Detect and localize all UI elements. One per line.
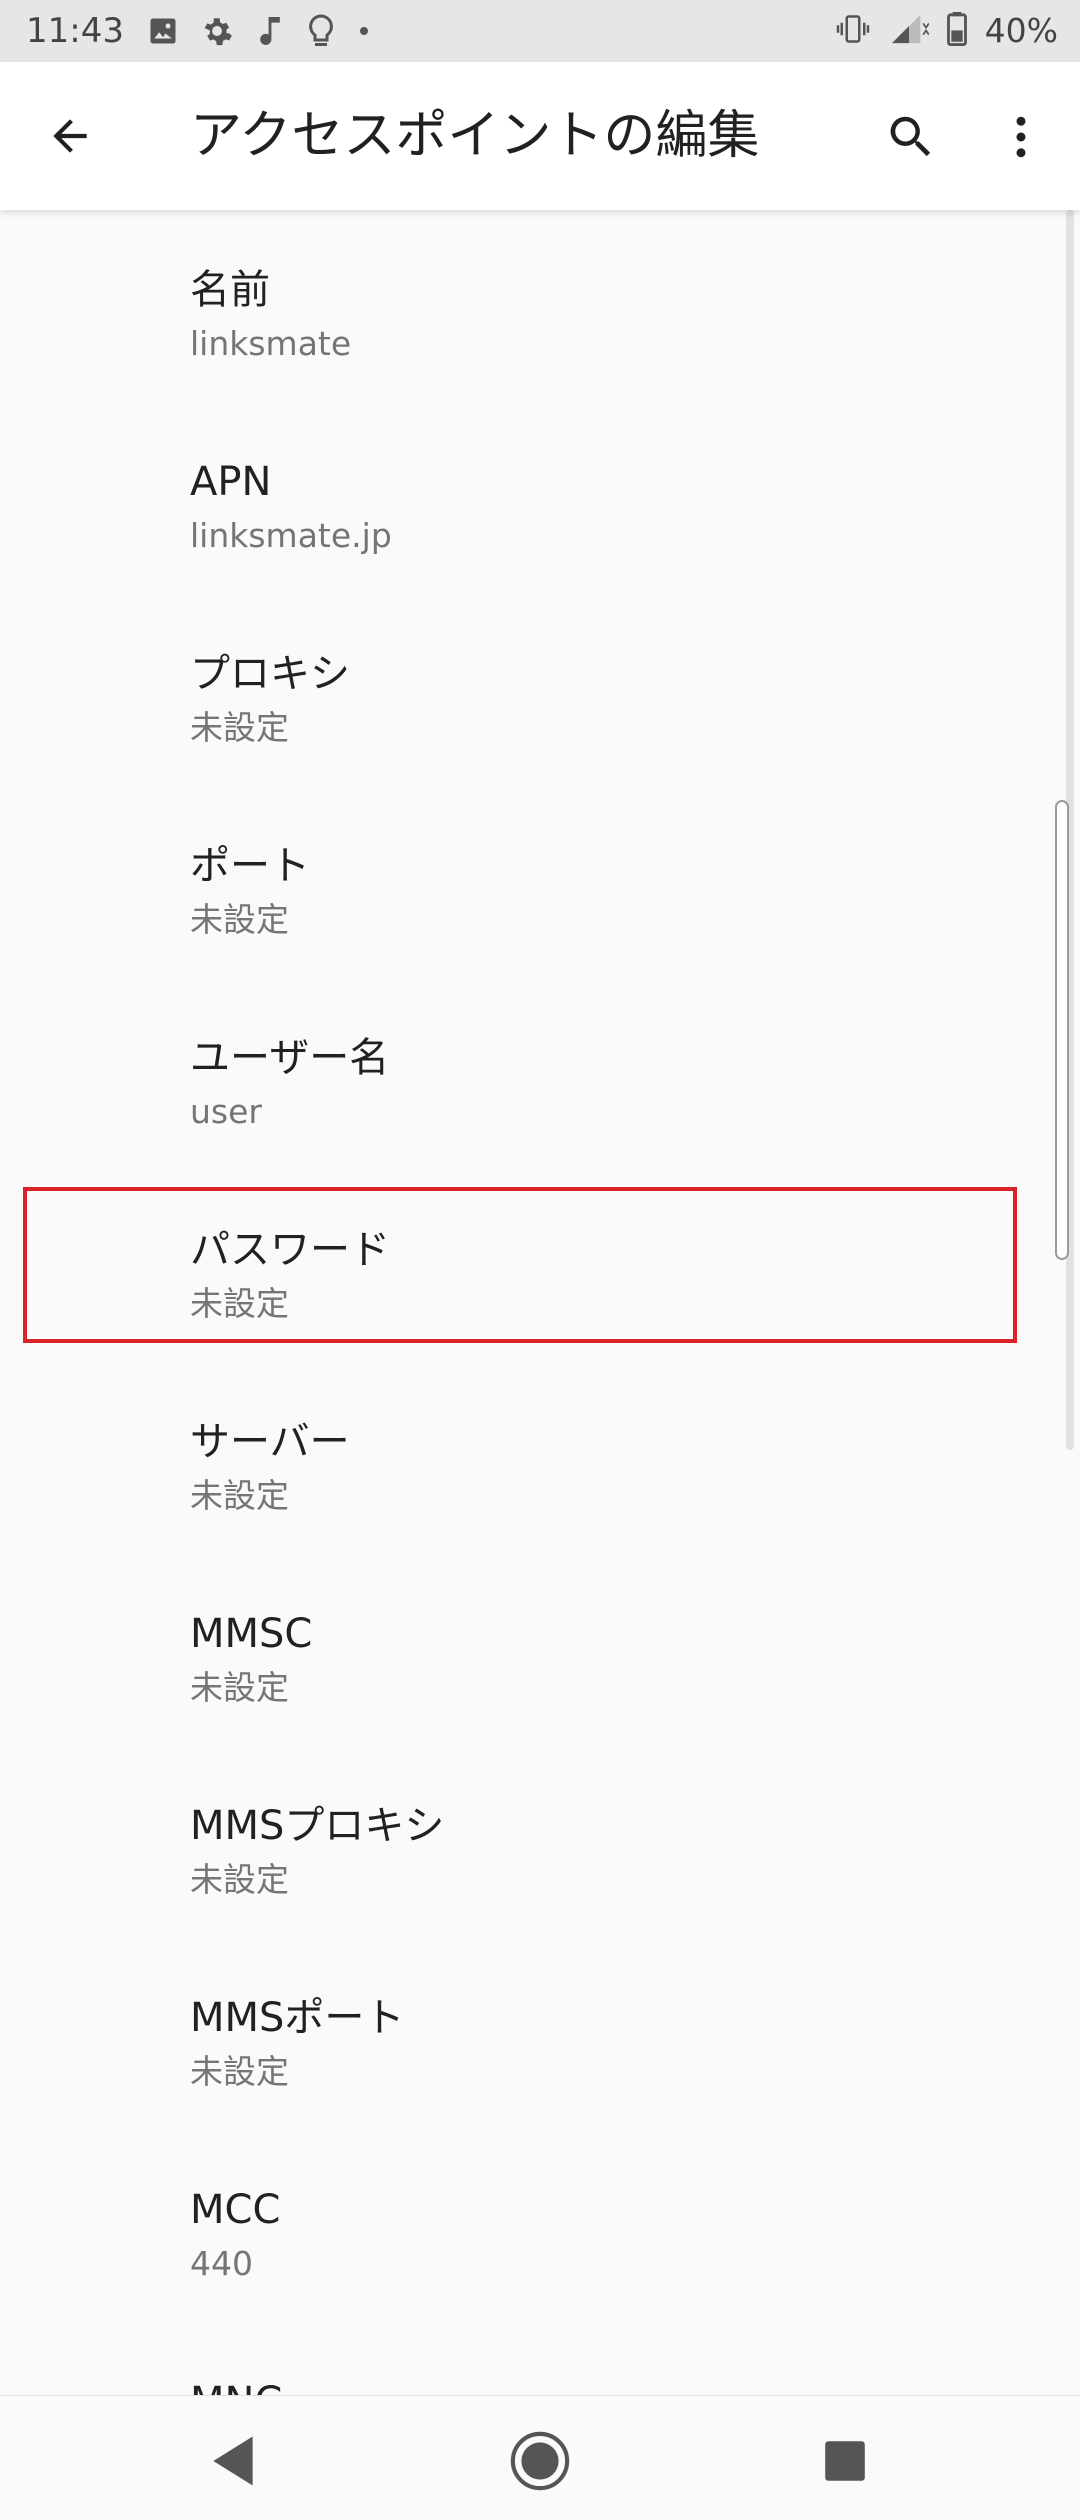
screen: 11:43 40% アクセスポイントの編集 名前 linksmate APN l…	[0, 0, 1080, 2520]
item-title: ポート	[190, 843, 310, 889]
page-title: アクセスポイントの編集	[190, 106, 760, 166]
signal-icon	[889, 12, 930, 50]
item-value: 未設定	[190, 1668, 289, 1707]
nav-recents-icon	[825, 2441, 865, 2481]
nav-recents-button[interactable]	[800, 2416, 890, 2506]
nav-home-icon	[510, 2431, 570, 2491]
item-value: linksmate.jp	[190, 516, 392, 555]
lightbulb-icon	[306, 13, 336, 49]
status-time: 11:43	[26, 11, 124, 51]
status-notification-icons	[148, 10, 370, 52]
item-title: MCC	[190, 2187, 281, 2233]
item-value: 未設定	[190, 1284, 289, 1323]
battery-percentage: 40%	[984, 11, 1058, 50]
navigation-bar	[0, 2395, 1080, 2520]
search-icon	[890, 116, 931, 157]
list-item-port[interactable]: ポート 未設定	[0, 796, 1080, 988]
list-item-server[interactable]: サーバー 未設定	[0, 1372, 1080, 1564]
item-title: ユーザー名	[190, 1035, 390, 1081]
list-item-password[interactable]: パスワード 未設定	[0, 1180, 1080, 1372]
nav-back-icon	[213, 2436, 253, 2486]
gear-icon	[200, 14, 234, 48]
item-title: 名前	[190, 267, 270, 313]
battery-icon	[946, 12, 967, 50]
vibrate-icon	[835, 14, 871, 48]
item-title: プロキシ	[190, 651, 350, 697]
status-system-icons: 40%	[835, 8, 1058, 54]
nav-back-button[interactable]	[188, 2416, 278, 2506]
item-title: MMSポート	[190, 1995, 405, 2041]
status-bar: 11:43 40%	[0, 0, 1080, 62]
list-item-name[interactable]: 名前 linksmate	[0, 220, 1080, 412]
item-value: user	[190, 1092, 262, 1131]
search-button[interactable]	[876, 102, 946, 172]
item-value: 未設定	[190, 900, 289, 939]
list-item-username[interactable]: ユーザー名 user	[0, 988, 1080, 1180]
list-item-mms-port[interactable]: MMSポート 未設定	[0, 1948, 1080, 2140]
app-bar: アクセスポイントの編集	[0, 62, 1080, 210]
music-note-icon	[256, 14, 284, 48]
apn-settings-list[interactable]: 名前 linksmate APN linksmate.jp プロキシ 未設定 ポ…	[0, 210, 1080, 2395]
list-item-mmsc[interactable]: MMSC 未設定	[0, 1564, 1080, 1756]
item-title: MNC	[190, 2376, 282, 2395]
item-value: 未設定	[190, 2052, 289, 2091]
item-title: サーバー	[190, 1419, 350, 1465]
item-title: MMSC	[190, 1611, 313, 1657]
dot-icon	[358, 25, 370, 37]
item-title: APN	[190, 459, 272, 505]
item-title: パスワード	[190, 1227, 390, 1273]
item-value: 440	[190, 2244, 253, 2283]
scrollbar-thumb[interactable]	[1055, 800, 1069, 1260]
list-item-mms-proxy[interactable]: MMSプロキシ 未設定	[0, 1756, 1080, 1948]
back-button[interactable]	[38, 104, 102, 168]
item-value: 未設定	[190, 1476, 289, 1515]
image-icon	[148, 16, 178, 46]
list-item-apn[interactable]: APN linksmate.jp	[0, 412, 1080, 604]
more-options-button[interactable]	[986, 102, 1056, 172]
item-value: 未設定	[190, 1860, 289, 1899]
item-value: 未設定	[190, 708, 289, 747]
item-value: linksmate	[190, 324, 352, 363]
back-arrow-icon	[53, 119, 87, 153]
more-vert-icon	[1016, 116, 1026, 158]
list-item-mnc[interactable]: MNC 10	[0, 2332, 1080, 2395]
nav-home-button[interactable]	[495, 2416, 585, 2506]
list-item-mcc[interactable]: MCC 440	[0, 2140, 1080, 2332]
item-title: MMSプロキシ	[190, 1803, 445, 1849]
list-item-proxy[interactable]: プロキシ 未設定	[0, 604, 1080, 796]
